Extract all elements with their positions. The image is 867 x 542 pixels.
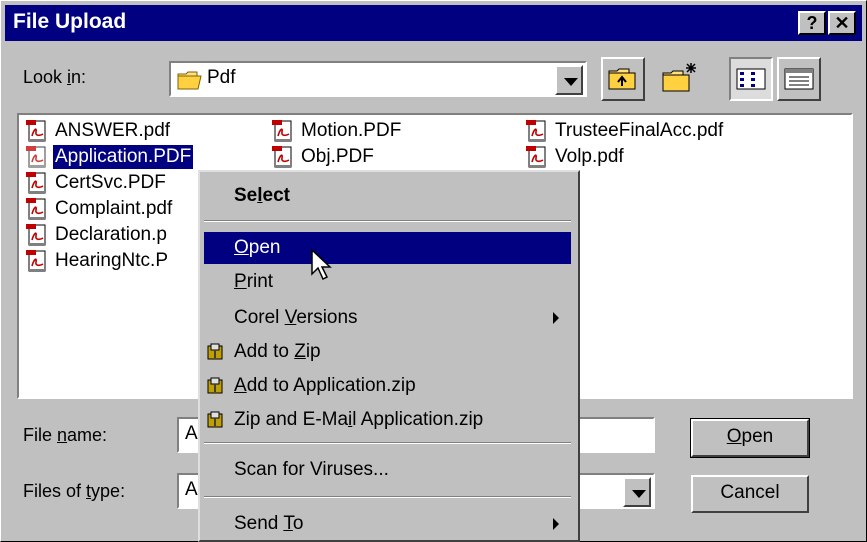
look-in-value: Pdf xyxy=(207,67,236,88)
list-view-icon xyxy=(736,68,766,90)
context-menu-item[interactable]: Scan for Viruses... xyxy=(204,454,571,486)
context-menu-item[interactable]: Send To xyxy=(204,508,571,540)
close-icon: ✕ xyxy=(834,13,850,33)
file-item-label: Obj.PDF xyxy=(301,146,374,167)
look-in-label: Look in: xyxy=(23,67,87,87)
menu-separator xyxy=(204,442,571,444)
new-folder-icon xyxy=(662,63,696,92)
winzip-icon xyxy=(206,376,226,396)
details-view-icon xyxy=(784,68,814,90)
window-title: File Upload xyxy=(13,10,127,33)
menu-item-label: Zip and E-Mail Application.zip xyxy=(234,409,484,430)
context-menu-item[interactable]: Zip and E-Mail Application.zip xyxy=(204,404,571,436)
pdf-file-icon xyxy=(25,249,49,273)
context-menu-item[interactable]: Corel Versions xyxy=(204,302,571,334)
look-in-combo[interactable]: Pdf xyxy=(169,61,587,97)
up-folder-icon xyxy=(608,68,636,90)
submenu-arrow-icon xyxy=(553,312,559,324)
context-menu-item[interactable]: Select xyxy=(204,180,571,212)
open-button[interactable]: Open xyxy=(690,418,810,458)
help-button[interactable]: ? xyxy=(798,11,826,35)
pdf-file-icon xyxy=(25,197,49,221)
menu-item-label: Open xyxy=(234,237,281,258)
new-folder-button[interactable] xyxy=(657,57,701,101)
close-button[interactable]: ✕ xyxy=(828,11,856,35)
file-type-label: Files of type: xyxy=(23,481,126,501)
menu-item-label: Add to Application.zip xyxy=(234,375,416,396)
list-view-button[interactable] xyxy=(729,57,773,101)
file-item-label: ANSWER.pdf xyxy=(55,120,171,141)
pdf-file-icon xyxy=(25,145,49,169)
details-view-button[interactable] xyxy=(777,57,821,101)
menu-separator xyxy=(204,220,571,222)
title-bar[interactable]: File Upload ? ✕ xyxy=(5,5,862,41)
file-item-label: CertSvc.PDF xyxy=(55,172,166,193)
cancel-button[interactable]: Cancel xyxy=(691,475,809,513)
help-icon: ? xyxy=(806,13,818,33)
file-item-label: TrusteeFinalAcc.pdf xyxy=(555,120,724,141)
pdf-file-icon xyxy=(25,119,49,143)
winzip-icon xyxy=(206,342,226,362)
context-menu-item[interactable]: Print xyxy=(204,266,571,298)
pdf-file-icon xyxy=(271,145,295,169)
file-type-dropdown-button[interactable] xyxy=(623,477,651,507)
context-menu-item[interactable]: Open xyxy=(204,232,571,264)
look-in-dropdown-button[interactable] xyxy=(555,65,583,95)
file-item-label: Application.PDF xyxy=(53,145,194,169)
pdf-file-icon xyxy=(271,119,295,143)
menu-separator xyxy=(204,496,571,498)
file-item-label: Motion.PDF xyxy=(301,120,402,141)
file-item-label: Complaint.pdf xyxy=(55,198,173,219)
menu-item-label: Add to Zip xyxy=(234,341,321,362)
file-item-label: Volp.pdf xyxy=(555,146,624,167)
menu-item-label: Corel Versions xyxy=(234,307,358,328)
context-menu-item[interactable]: Add to Zip xyxy=(204,336,571,368)
submenu-arrow-icon xyxy=(553,518,559,530)
pdf-file-icon xyxy=(525,119,549,143)
context-menu-item[interactable]: Add to Application.zip xyxy=(204,370,571,402)
pdf-file-icon xyxy=(525,145,549,169)
file-item-label: Declaration.p xyxy=(55,224,167,245)
context-menu: Select Open Print Corel Versions Add to Zip A… xyxy=(198,170,580,542)
pdf-file-icon xyxy=(25,223,49,247)
menu-item-label: Print xyxy=(234,271,274,292)
file-name-label: File name: xyxy=(23,425,108,445)
menu-item-label: Send To xyxy=(234,513,304,534)
file-item-label: HearingNtc.P xyxy=(55,250,168,271)
menu-item-label: Select xyxy=(234,185,290,206)
folder-icon xyxy=(177,71,202,90)
mouse-pointer-icon xyxy=(311,248,332,281)
winzip-icon xyxy=(206,410,226,430)
menu-item-label: Scan for Viruses... xyxy=(234,459,389,480)
up-folder-button[interactable] xyxy=(601,57,645,101)
pdf-file-icon xyxy=(25,171,49,195)
